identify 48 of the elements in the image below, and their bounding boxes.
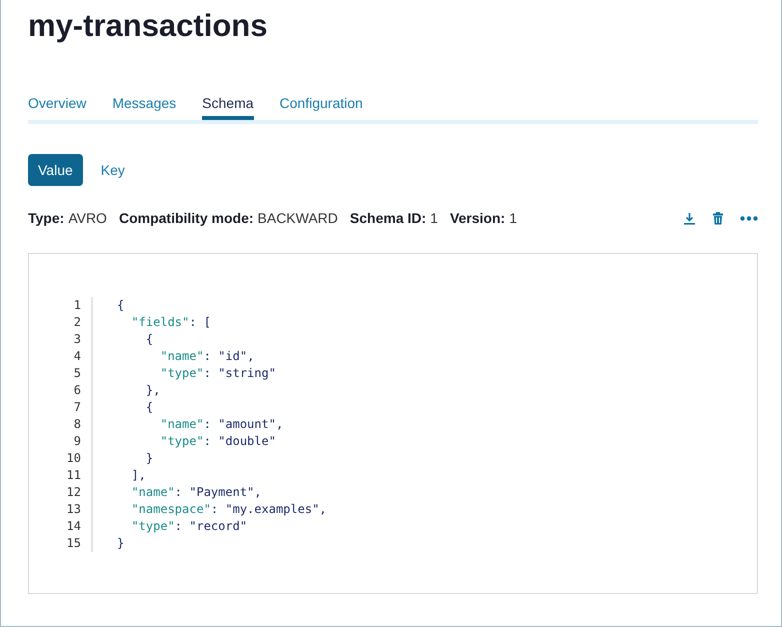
code-line: {: [144, 331, 154, 348]
code-line: ],: [130, 467, 147, 484]
meta-label: Version:: [450, 210, 506, 226]
meta-value: AVRO: [68, 210, 107, 226]
code-line: }: [144, 450, 154, 467]
more-icon[interactable]: [740, 216, 758, 220]
tab[interactable]: Configuration: [280, 82, 363, 116]
line-number: 4: [74, 348, 81, 365]
code-line: "name": "id",: [159, 348, 256, 365]
meta-value: 1: [430, 210, 438, 226]
line-number: 11: [66, 467, 81, 484]
code-line: "namespace": "my.examples",: [130, 501, 327, 518]
code-line: "type": "double": [159, 433, 277, 450]
code-line: "fields": [: [130, 314, 212, 331]
line-number: 3: [74, 331, 81, 348]
code-line: "type": "string": [159, 365, 277, 382]
line-number: 15: [66, 535, 81, 552]
line-number: 7: [74, 399, 81, 416]
toggle-button[interactable]: Value: [28, 154, 83, 186]
toggle-button[interactable]: Key: [90, 154, 135, 186]
code-line: }: [117, 535, 126, 552]
meta-label: Compatibility mode:: [118, 210, 254, 226]
code-line: "type": "record": [130, 518, 248, 535]
line-number: 1: [74, 297, 81, 314]
meta-value: BACKWARD: [258, 210, 338, 226]
line-number: 9: [74, 433, 81, 450]
tab[interactable]: Messages: [112, 82, 176, 116]
line-number: 13: [66, 501, 81, 518]
code-line: "name": "Payment",: [130, 484, 263, 501]
line-number: 5: [74, 365, 81, 382]
line-number: 12: [66, 484, 81, 501]
line-number: 8: [74, 416, 81, 433]
line-number: 6: [74, 382, 81, 399]
tab[interactable]: Schema: [202, 82, 254, 120]
line-number: 2: [74, 314, 81, 331]
meta-label: Schema ID:: [350, 210, 426, 226]
page-title: my-transactions: [28, 7, 268, 45]
download-icon[interactable]: [683, 212, 696, 224]
code-line: },: [144, 382, 162, 399]
tab[interactable]: Overview: [28, 82, 86, 116]
meta-label: Type:: [28, 210, 64, 226]
meta-value: 1: [509, 210, 517, 226]
code-line: {: [117, 297, 126, 314]
line-number: 14: [66, 518, 81, 535]
trash-icon[interactable]: [712, 212, 724, 224]
code-line: "name": "amount",: [159, 416, 284, 433]
line-number: 10: [66, 450, 81, 467]
code-line: {: [144, 399, 154, 416]
